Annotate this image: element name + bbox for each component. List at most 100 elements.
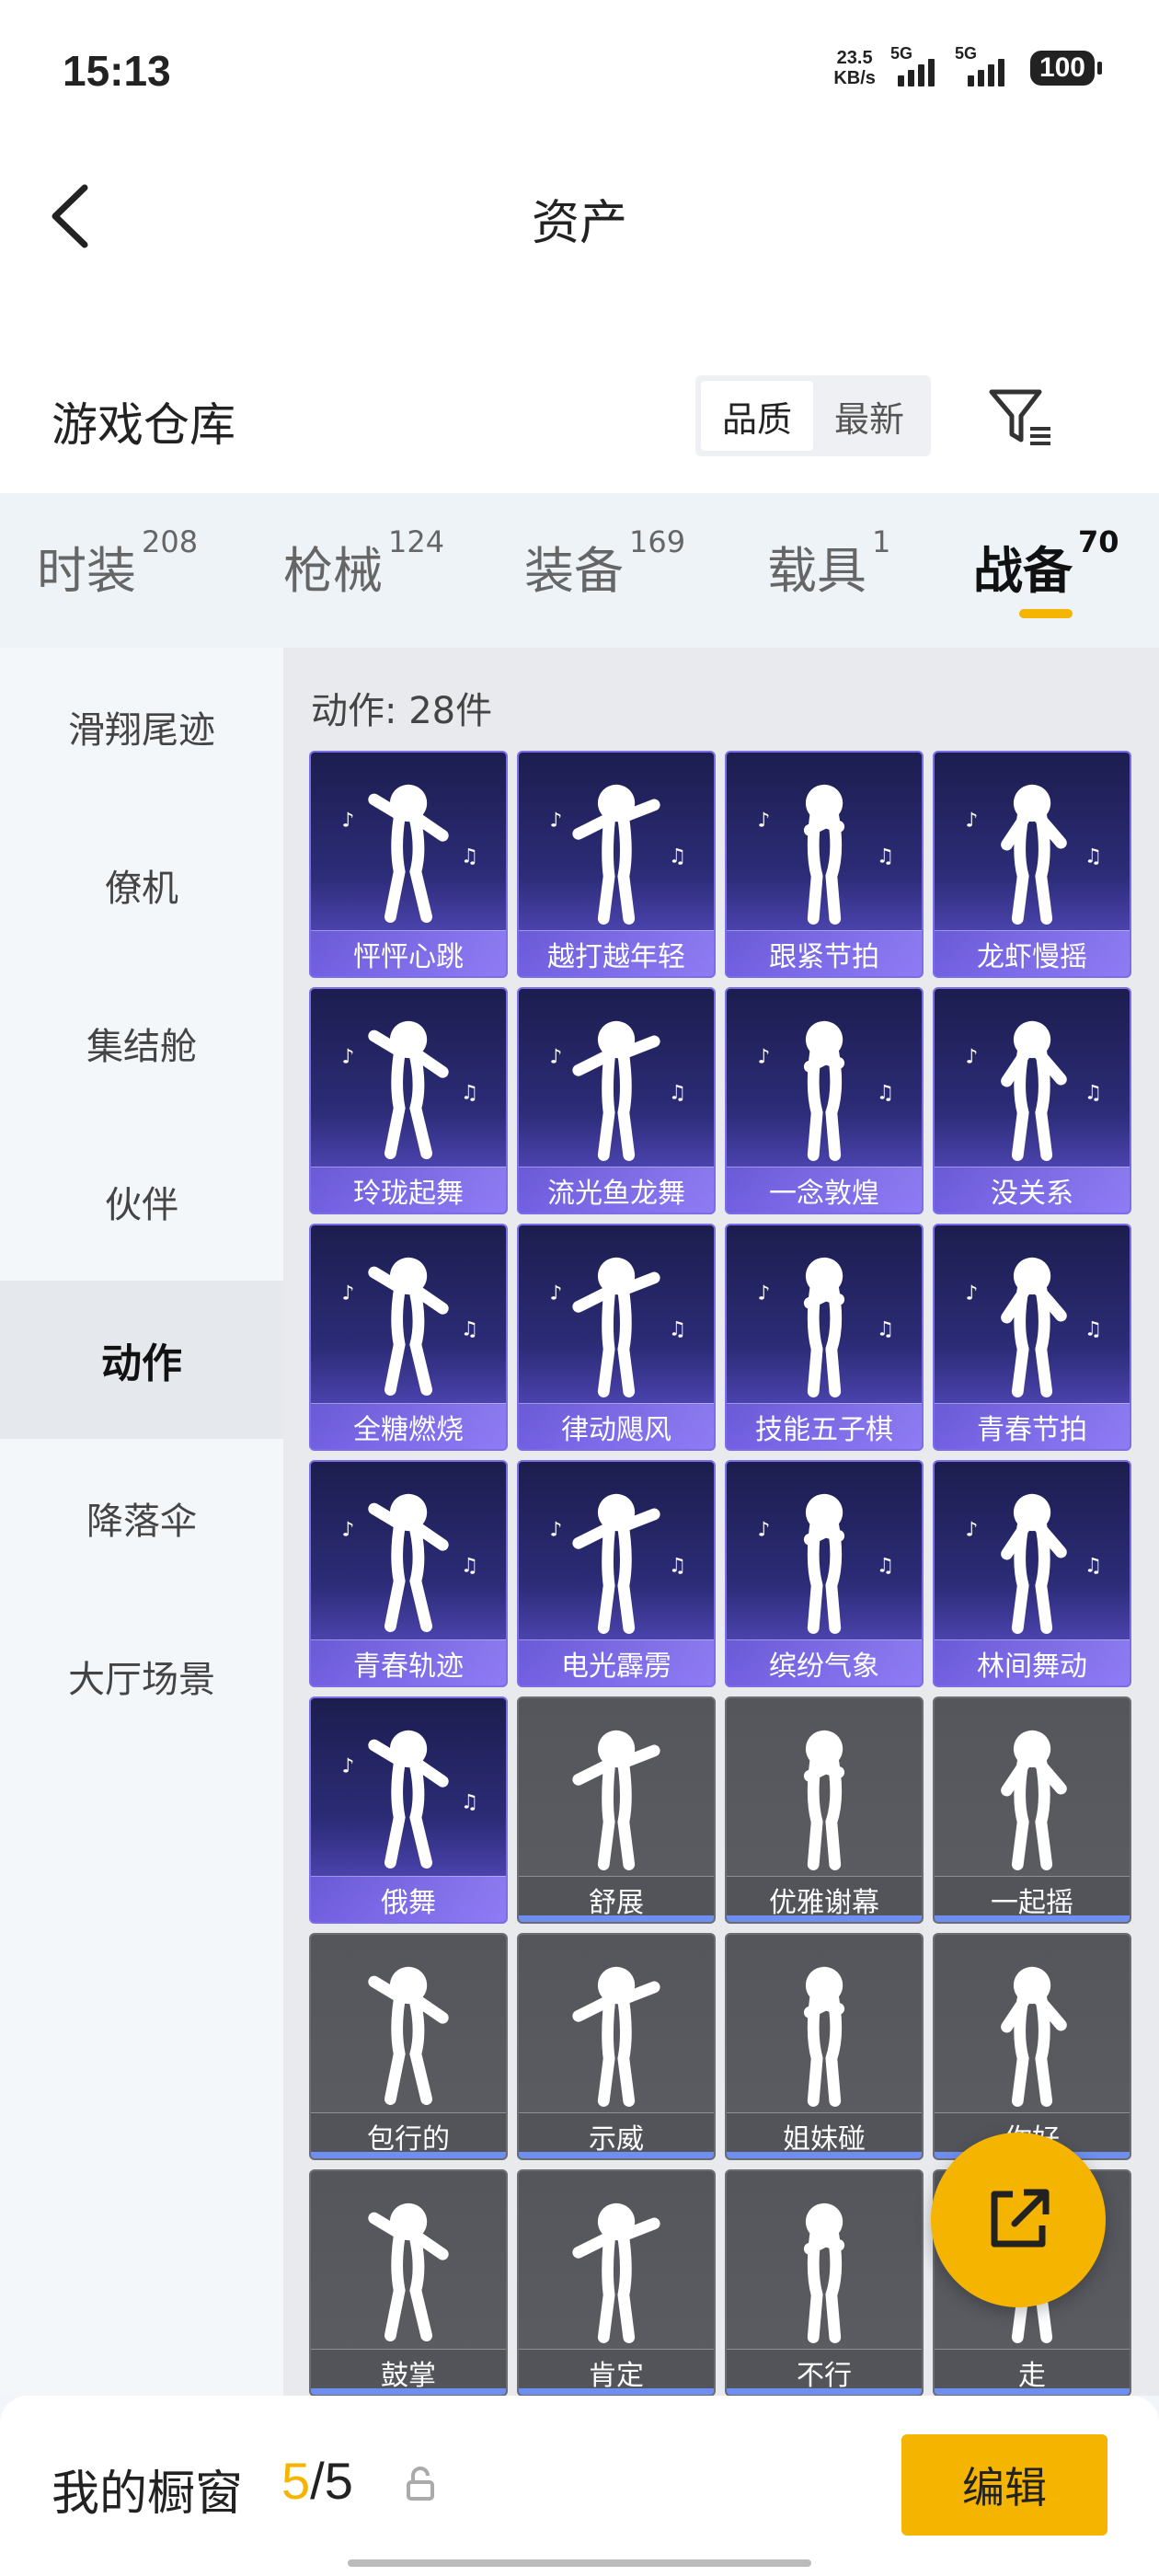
svg-text:♪: ♪ — [965, 809, 978, 832]
emote-card[interactable]: 肯定 — [517, 2169, 716, 2397]
svg-text:♫: ♫ — [877, 1082, 894, 1105]
emote-card[interactable]: ♪ ♫ 龙虾慢摇 — [933, 751, 1131, 978]
emote-card[interactable]: ♪ ♫ 越打越年轻 — [517, 751, 716, 978]
emote-name: 技能五子棋 — [727, 1403, 922, 1449]
svg-text:♫: ♫ — [877, 1318, 894, 1341]
emote-name: 一念敦煌 — [727, 1167, 922, 1213]
emote-card[interactable]: ♪ ♫ 缤纷气象 — [725, 1460, 924, 1687]
emote-card[interactable]: ♪ ♫ 林间舞动 — [933, 1460, 1131, 1687]
dancer-figure-icon — [572, 1966, 660, 2107]
showcase-label: 我的橱窗 — [52, 2467, 244, 2522]
emote-name: 一起摇 — [935, 1876, 1130, 1922]
dancer-figure-icon: ♪♫ — [757, 784, 894, 925]
emote-name: 肯定 — [519, 2349, 714, 2395]
emote-card[interactable]: ♪ ♫ 流光鱼龙舞 — [517, 987, 716, 1214]
svg-text:♪: ♪ — [341, 1754, 354, 1777]
dancer-figure-icon: ♪♫ — [757, 1020, 894, 1161]
tab-vehicles[interactable]: 载具 1 — [767, 524, 890, 603]
dancer-figure-icon: ♪♫ — [549, 784, 686, 925]
svg-text:♪: ♪ — [965, 1518, 978, 1541]
svg-text:♫: ♫ — [1084, 845, 1102, 868]
dancer-figure-icon — [803, 1730, 845, 1870]
emote-card[interactable]: ♪ ♫ 跟紧节拍 — [725, 751, 924, 978]
lock-icon — [407, 2467, 434, 2501]
emote-card[interactable]: 你好 — [933, 1933, 1131, 2160]
dancer-figure-icon: ♪♫ — [341, 1493, 478, 1632]
emote-name: 俄舞 — [311, 1876, 506, 1922]
emote-card[interactable]: 不行 — [725, 2169, 924, 2397]
svg-text:♪: ♪ — [757, 1282, 770, 1305]
emote-card[interactable]: ♪ ♫ 电光霹雳 — [517, 1460, 716, 1687]
dancer-figure-icon — [368, 2202, 449, 2341]
clock: 15:13 — [63, 47, 171, 95]
emote-card[interactable]: 一起摇 — [933, 1696, 1131, 1924]
sidebar-item-emotes[interactable]: 动作 — [0, 1281, 283, 1439]
svg-text:♪: ♪ — [757, 1518, 770, 1541]
emote-card[interactable]: ♪ ♫ 没关系 — [933, 987, 1131, 1214]
emote-card[interactable]: 优雅谢幕 — [725, 1696, 924, 1924]
svg-text:♫: ♫ — [1084, 1082, 1102, 1105]
emote-card[interactable]: ♪ ♫ 青春节拍 — [933, 1224, 1131, 1451]
svg-text:♫: ♫ — [461, 1555, 478, 1578]
emote-card[interactable]: ♪ ♫ 全糖燃烧 — [309, 1224, 508, 1451]
showcase-total: /5 — [310, 2452, 353, 2510]
emote-card[interactable]: ♪ ♫ 律动飓风 — [517, 1224, 716, 1451]
tab-count: 1 — [872, 524, 891, 559]
tab-count: 124 — [388, 524, 445, 559]
item-count: 动作: 28件 — [311, 690, 493, 732]
svg-text:♪: ♪ — [757, 1045, 770, 1068]
dancer-figure-icon: ♪♫ — [341, 1257, 478, 1396]
emote-card[interactable]: 鼓掌 — [309, 2169, 508, 2397]
sidebar-item-wingman[interactable]: 僚机 — [0, 806, 283, 964]
network-speed-value: 23.5 — [836, 48, 873, 68]
dancer-figure-icon: ♪♫ — [549, 1257, 686, 1397]
edit-button[interactable]: 编辑 — [901, 2434, 1107, 2536]
sort-quality-button[interactable]: 品质 — [701, 381, 813, 451]
tab-combat-gear[interactable]: 战备 70 — [973, 524, 1119, 603]
sidebar-item-rally-pod[interactable]: 集结舱 — [0, 964, 283, 1122]
sidebar-item-parachute[interactable]: 降落伞 — [0, 1439, 283, 1597]
subcategory-sidebar: 滑翔尾迹 僚机 集结舱 伙伴 动作 降落伞 大厅场景 — [0, 648, 283, 2396]
share-fab[interactable] — [931, 2133, 1106, 2307]
tab-label: 战备 — [973, 542, 1073, 600]
sidebar-item-partner[interactable]: 伙伴 — [0, 1122, 283, 1281]
dancer-figure-icon: ♪♫ — [757, 1257, 894, 1397]
emote-card[interactable]: ♪ ♫ 俄舞 — [309, 1696, 508, 1924]
svg-text:♫: ♫ — [877, 1555, 894, 1578]
showcase-current: 5 — [281, 2452, 311, 2510]
dancer-figure-icon — [803, 1966, 845, 2107]
emote-card[interactable]: ♪ ♫ 青春轨迹 — [309, 1460, 508, 1687]
tab-equipment[interactable]: 装备 169 — [524, 524, 685, 603]
emote-name: 林间舞动 — [935, 1639, 1130, 1685]
section-title: 游戏仓库 — [52, 398, 235, 452]
dancer-figure-icon: ♪♫ — [341, 784, 478, 923]
emote-name: 青春节拍 — [935, 1403, 1130, 1449]
dancer-figure-icon: ♪♫ — [757, 1493, 894, 1634]
tab-count: 169 — [629, 524, 686, 559]
network-speed-unit: KB/s — [833, 68, 876, 88]
emote-card[interactable]: ♪ ♫ 一念敦煌 — [725, 987, 924, 1214]
emote-name: 玲珑起舞 — [311, 1167, 506, 1213]
sort-newest-button[interactable]: 最新 — [813, 381, 925, 451]
dancer-figure-icon — [1001, 1730, 1067, 1870]
status-bar: 15:13 23.5 KB/s 5G 5G 100 — [0, 0, 1159, 138]
emote-card[interactable]: ♪ ♫ 玲珑起舞 — [309, 987, 508, 1214]
filter-button[interactable] — [986, 383, 1056, 453]
emote-card[interactable]: 姐妹碰 — [725, 1933, 924, 2160]
battery-icon: 100 — [1029, 51, 1103, 86]
emote-card[interactable]: ♪ ♫ 技能五子棋 — [725, 1224, 924, 1451]
emote-name: 包行的 — [311, 2112, 506, 2158]
home-indicator[interactable] — [348, 2559, 811, 2567]
svg-text:♫: ♫ — [461, 1791, 478, 1814]
sidebar-item-lobby-scene[interactable]: 大厅场景 — [0, 1597, 283, 1755]
emote-card[interactable]: ♪ ♫ 怦怦心跳 — [309, 751, 508, 978]
emote-name: 全糖燃烧 — [311, 1403, 506, 1449]
category-tabs: 时装 208 枪械 124 装备 169 载具 1 战备 70 — [0, 493, 1159, 648]
emote-card[interactable]: 示威 — [517, 1933, 716, 2160]
sidebar-item-glide-trail[interactable]: 滑翔尾迹 — [0, 648, 283, 806]
emote-name: 走 — [935, 2349, 1130, 2395]
emote-card[interactable]: 包行的 — [309, 1933, 508, 2160]
emote-card[interactable]: 舒展 — [517, 1696, 716, 1924]
tab-weapons[interactable]: 枪械 124 — [283, 524, 444, 603]
tab-fashion[interactable]: 时装 208 — [37, 524, 198, 603]
